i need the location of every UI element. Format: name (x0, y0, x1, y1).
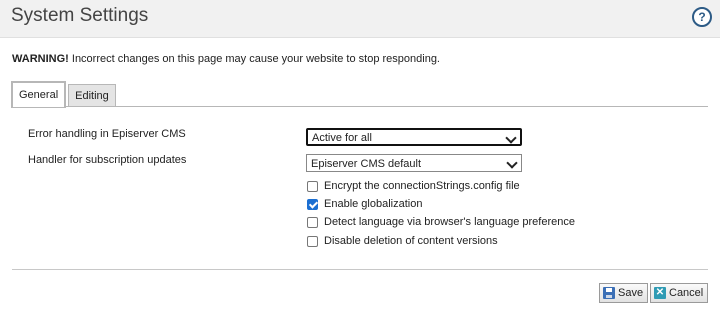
checkbox-row-encrypt: Encrypt the connectionStrings.config fil… (307, 180, 520, 192)
page-header: System Settings ? (0, 0, 720, 38)
disable-deletion-label: Disable deletion of content versions (324, 235, 498, 247)
tab-general[interactable]: General (10, 81, 67, 108)
subscription-handler-label: Handler for subscription updates (28, 154, 187, 166)
cancel-label: Cancel (669, 287, 704, 299)
save-icon (603, 287, 615, 299)
checkbox-row-disable-deletion: Disable deletion of content versions (307, 235, 498, 247)
error-handling-select[interactable]: Active for all (306, 128, 522, 146)
subscription-handler-value: Episerver CMS default (311, 158, 422, 170)
warning-message: WARNING! Incorrect changes on this page … (12, 53, 440, 65)
chevron-down-icon (506, 157, 518, 169)
tab-editing[interactable]: Editing (68, 84, 116, 107)
page-title: System Settings (11, 5, 149, 26)
disable-deletion-checkbox[interactable] (307, 235, 318, 247)
tab-divider (12, 106, 708, 107)
footer-divider (12, 269, 708, 270)
cancel-button[interactable]: ✕ Cancel (650, 283, 709, 303)
subscription-handler-select[interactable]: Episerver CMS default (306, 154, 522, 172)
warning-strong: WARNING! (12, 53, 69, 65)
detect-language-label: Detect language via browser's language p… (324, 216, 575, 228)
warning-text: Incorrect changes on this page may cause… (68, 53, 440, 65)
save-button[interactable]: Save (599, 283, 649, 303)
globalization-label: Enable globalization (324, 198, 423, 210)
chevron-down-icon (505, 132, 517, 144)
globalization-checkbox[interactable] (307, 198, 318, 210)
error-handling-label: Error handling in Episerver CMS (28, 128, 186, 140)
checkbox-row-detect-language: Detect language via browser's language p… (307, 216, 575, 228)
encrypt-label: Encrypt the connectionStrings.config fil… (324, 180, 520, 192)
cancel-icon: ✕ (654, 287, 666, 299)
detect-language-checkbox[interactable] (307, 216, 318, 228)
save-label: Save (618, 287, 644, 299)
checkbox-row-globalization: Enable globalization (307, 198, 422, 210)
encrypt-checkbox[interactable] (307, 180, 318, 192)
error-handling-value: Active for all (312, 132, 372, 144)
help-icon[interactable]: ? (692, 7, 712, 27)
tab-bar: General Editing (10, 81, 116, 108)
